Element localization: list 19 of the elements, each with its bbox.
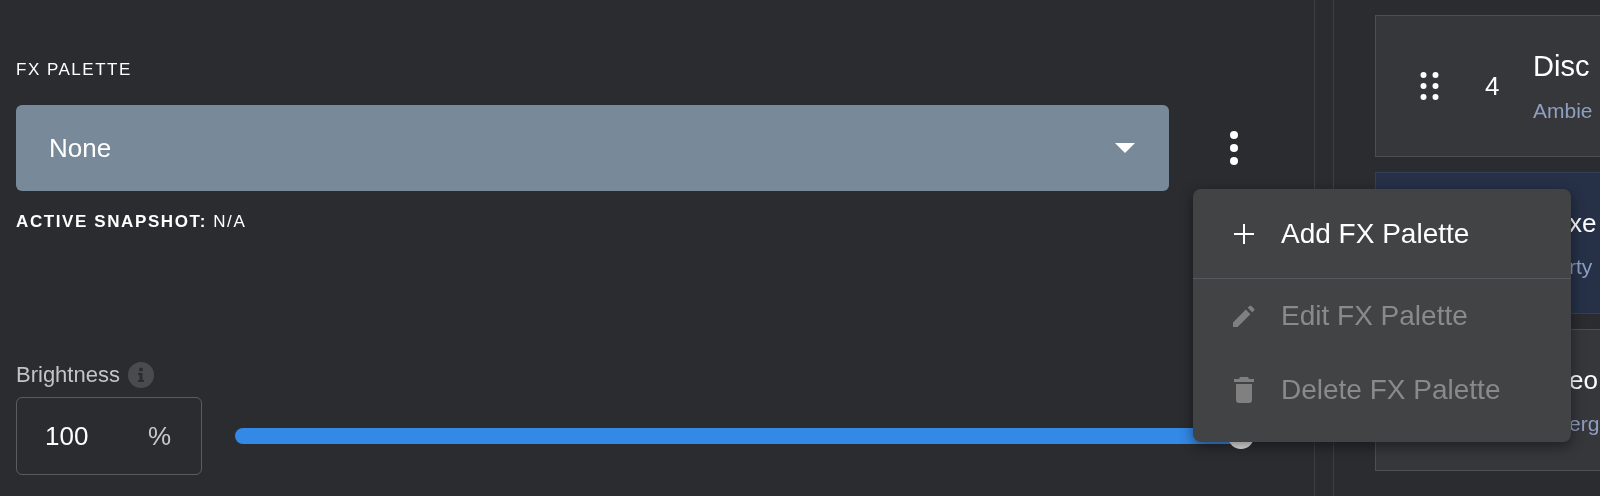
brightness-label: Brightness bbox=[16, 362, 120, 388]
card-title: Disc bbox=[1533, 49, 1591, 83]
card-subtitle: erg bbox=[1569, 411, 1600, 436]
drag-handle-icon[interactable] bbox=[1420, 71, 1439, 101]
card-number: 4 bbox=[1485, 70, 1501, 102]
card-title: eo bbox=[1569, 364, 1599, 396]
trash-icon bbox=[1233, 377, 1255, 403]
scene-card[interactable]: 4 Disc Ambie bbox=[1375, 15, 1600, 157]
plus-icon bbox=[1233, 223, 1255, 244]
caret-icon bbox=[1115, 143, 1135, 153]
brightness-input[interactable]: 100 % bbox=[16, 397, 202, 475]
section-label: FX PALETTE bbox=[16, 59, 133, 81]
more-icon[interactable] bbox=[1229, 130, 1239, 166]
menu-item[interactable]: Add FX Palette bbox=[1193, 189, 1571, 279]
unit-label: % bbox=[147, 420, 171, 452]
card-title: xe bbox=[1569, 207, 1597, 239]
pencil-icon bbox=[1233, 304, 1255, 328]
palette-select[interactable]: None bbox=[16, 105, 1169, 191]
card-subtitle: Ambie bbox=[1533, 98, 1593, 123]
